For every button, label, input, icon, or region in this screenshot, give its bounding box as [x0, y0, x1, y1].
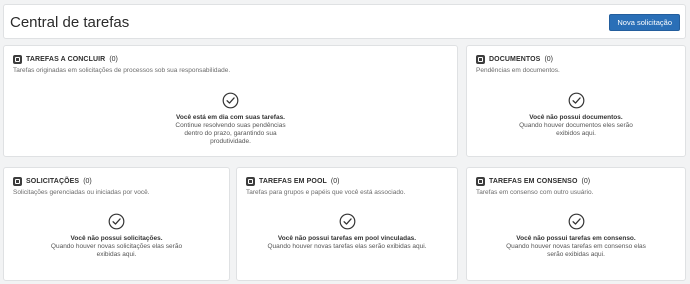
card-count: (0) — [83, 178, 92, 185]
empty-title: Você não possui tarefas em consenso. — [516, 235, 636, 242]
task-icon — [13, 55, 22, 64]
card-header[interactable]: SOLICITAÇÕES (0) — [13, 176, 92, 187]
pool-icon — [246, 177, 255, 186]
check-circle-icon — [108, 213, 125, 230]
card-description: Tarefas originadas em solicitações de pr… — [13, 67, 231, 74]
card-description: Pendências em documentos. — [476, 67, 560, 74]
document-icon — [476, 55, 485, 64]
check-circle-icon — [339, 213, 355, 230]
empty-text: Quando houver novas tarefas elas serão e… — [267, 243, 427, 250]
empty-title: Você está em dia com suas tarefas. — [176, 114, 285, 121]
card-title: TAREFAS EM POOL — [259, 178, 327, 185]
page-title: Central de tarefas — [10, 14, 130, 31]
new-request-button[interactable]: Nova solicitação — [609, 14, 680, 31]
card-description: Solicitações gerenciadas ou iniciadas po… — [13, 189, 150, 196]
card-description: Tarefas para grupos e papéis que você es… — [246, 189, 406, 196]
card-count: (0) — [544, 56, 553, 63]
empty-text: Quando houver novas solicitações elas se… — [50, 243, 183, 258]
check-circle-icon — [222, 92, 239, 109]
card-tarefas-em-consenso: TAREFAS EM CONSENSO (0) Tarefas em conse… — [466, 167, 686, 281]
page-header: Central de tarefas Nova solicitação — [3, 4, 686, 39]
card-count: (0) — [330, 178, 340, 185]
card-title: SOLICITAÇÕES — [26, 178, 80, 185]
card-solicitacoes: SOLICITAÇÕES (0) Solicitações gerenciada… — [3, 167, 230, 281]
card-tarefas-em-pool: TAREFAS EM POOL (0) Tarefas para grupos … — [236, 167, 458, 281]
consensus-icon — [476, 177, 485, 186]
card-description: Tarefas em consenso com outro usuário. — [476, 189, 594, 196]
empty-text: Quando houver novas tarefas em consenso … — [506, 243, 646, 258]
empty-title: Você não possui documentos. — [529, 114, 623, 121]
card-header[interactable]: TAREFAS EM CONSENSO (0) — [476, 176, 590, 187]
empty-text: Continue resolvendo suas pendências dent… — [175, 122, 286, 145]
card-documentos: DOCUMENTOS (0) Pendências em documentos.… — [466, 45, 686, 157]
empty-state: Você não possui solicitações. Quando hou… — [4, 213, 229, 259]
check-circle-icon — [568, 92, 584, 109]
card-title: TAREFAS EM CONSENSO — [489, 178, 578, 185]
request-icon — [13, 177, 22, 186]
card-title: DOCUMENTOS — [489, 56, 541, 63]
card-header[interactable]: DOCUMENTOS (0) — [476, 54, 553, 65]
check-circle-icon — [568, 213, 584, 230]
card-tarefas-a-concluir: TAREFAS A CONCLUIR (0) Tarefas originada… — [3, 45, 458, 157]
card-header[interactable]: TAREFAS A CONCLUIR (0) — [13, 54, 118, 65]
empty-text: Quando houver documentos eles serão exib… — [519, 122, 633, 137]
card-header[interactable]: TAREFAS EM POOL (0) — [246, 176, 339, 187]
empty-state: Você não possui documentos. Quando houve… — [467, 92, 685, 138]
card-title: TAREFAS A CONCLUIR — [26, 56, 106, 63]
card-count: (0) — [581, 178, 591, 185]
empty-title: Você não possui solicitações. — [70, 235, 163, 242]
empty-state: Você não possui tarefas em consenso. Qua… — [467, 213, 685, 259]
empty-state: Você está em dia com suas tarefas. Conti… — [4, 92, 457, 146]
empty-state: Você não possui tarefas em pool vinculad… — [237, 213, 457, 251]
empty-title: Você não possui tarefas em pool vinculad… — [277, 235, 417, 242]
card-count: (0) — [109, 56, 118, 63]
